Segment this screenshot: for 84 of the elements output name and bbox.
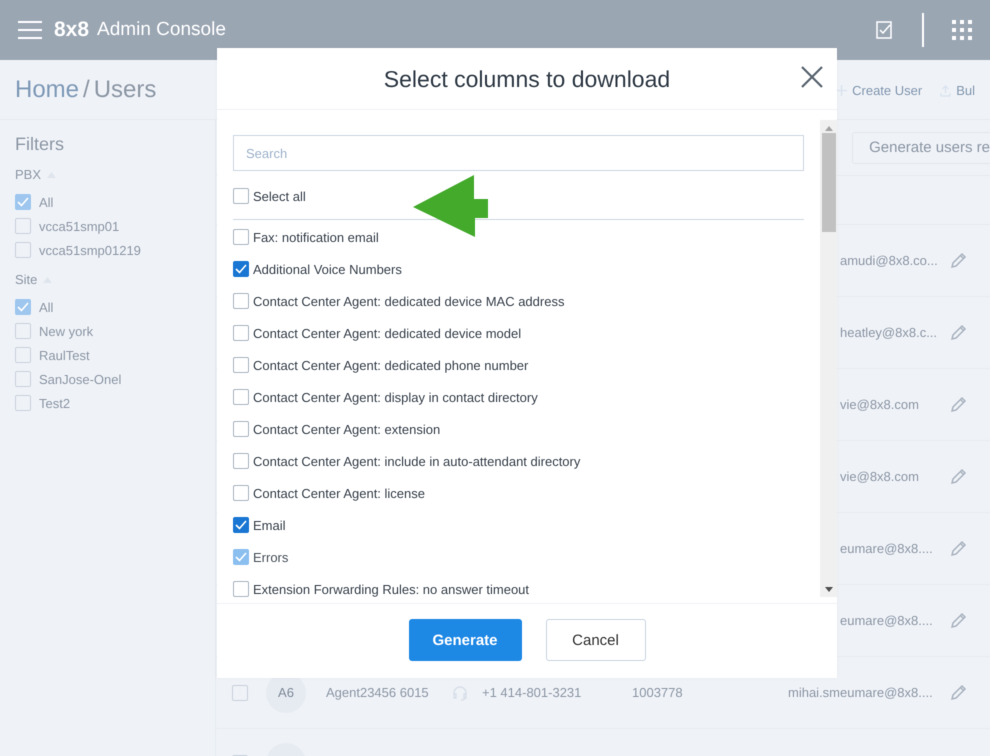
generate-button[interactable]: Generate [408, 619, 522, 661]
checkbox[interactable] [233, 453, 249, 469]
filter-group-label[interactable]: Site [15, 272, 38, 287]
email-cell-text: vie@8x8.com [839, 397, 920, 412]
filter-option-label: Test2 [39, 396, 70, 410]
email-cell-text: mihai.smeumare@8x8.... [788, 685, 934, 700]
generate-report-button[interactable]: Generate users re [852, 132, 990, 164]
checkbox[interactable] [15, 323, 31, 339]
row-checkbox[interactable] [232, 684, 248, 700]
filter-option-label: SanJose-Onel [39, 372, 122, 386]
logo: 8x8 [54, 18, 90, 42]
email-cell-text: heatley@8x8.c... [839, 325, 938, 340]
filter-option-label: New york [39, 324, 94, 338]
action-link[interactable]: Bul [940, 83, 975, 98]
checkbox[interactable] [15, 242, 31, 258]
scroll-thumb[interactable] [822, 133, 836, 232]
plus-icon [836, 85, 848, 96]
column-option-label: Extension Forwarding Rules: no answer timeout [253, 582, 530, 596]
column-option-label: Additional Voice Numbers [253, 262, 402, 276]
breadcrumb-separator: / [83, 76, 90, 104]
column-option-label: Contact Center Agent: dedicated device model [253, 326, 522, 340]
checkbox[interactable] [15, 218, 31, 234]
checkbox[interactable] [15, 194, 31, 210]
pencil-icon[interactable] [950, 612, 967, 629]
email-cell-text: eumare@8x8.... [839, 613, 934, 628]
column-option-label: Email [253, 518, 286, 532]
close-button[interactable] [799, 64, 825, 90]
checklist-icon[interactable] [876, 21, 894, 39]
checkbox[interactable] [233, 421, 249, 437]
search-field[interactable]: Search [233, 135, 804, 171]
menu-icon[interactable] [18, 21, 42, 39]
email-cell-text: amudi@8x8.co... [839, 253, 939, 268]
select-all-label: Select all [253, 188, 306, 204]
pencil-icon[interactable] [950, 684, 967, 701]
filter-option-label: vcca51smp01 [39, 218, 120, 234]
column-option-label: Contact Center Agent: include in auto-attendant directory [253, 454, 580, 468]
pencil-icon[interactable] [950, 252, 967, 269]
filter-group-label[interactable]: PBX [15, 167, 42, 182]
checkbox[interactable] [233, 485, 249, 501]
checkbox[interactable] [233, 229, 249, 245]
apps-grid-icon[interactable] [952, 20, 972, 40]
pencil-icon[interactable] [950, 468, 967, 485]
filter-option-label: RaulTest [39, 348, 90, 362]
checkbox[interactable] [233, 581, 249, 597]
phone-cell-text: +1 414-801-3231 [482, 685, 582, 700]
column-option-label: Contact Center Agent: dedicated device MAC address [253, 294, 564, 308]
app-title: Admin Console [97, 19, 226, 41]
scroll-up-icon[interactable] [824, 126, 832, 131]
checkbox[interactable] [233, 325, 249, 341]
column-option-label: Contact Center Agent: license [253, 486, 425, 500]
cancel-button[interactable]: Cancel [546, 619, 646, 661]
column-option-label: Fax: notification email [253, 230, 379, 244]
email-cell-text: eumare@8x8.... [839, 541, 934, 556]
pencil-icon[interactable] [950, 540, 967, 557]
action-link[interactable]: Create User [836, 83, 922, 98]
checkbox[interactable] [15, 299, 31, 315]
pencil-icon[interactable] [950, 396, 967, 413]
scroll-down-icon[interactable] [824, 587, 832, 592]
checkbox[interactable] [233, 261, 249, 277]
column-option-label: Contact Center Agent: dedicated phone number [253, 358, 528, 372]
checkbox[interactable] [15, 371, 31, 387]
checkbox[interactable] [233, 188, 249, 204]
extension-cell-text: 1003778 [632, 685, 684, 700]
checkbox[interactable] [233, 293, 249, 309]
pencil-icon[interactable] [950, 324, 967, 341]
filter-option-label: All [39, 194, 54, 210]
checkbox[interactable] [15, 347, 31, 363]
email-cell-text: vie@8x8.com [839, 469, 920, 484]
checkbox[interactable] [233, 517, 249, 533]
dialog-title: Select columns to download [384, 65, 670, 93]
breadcrumb-link[interactable]: Home [15, 76, 80, 104]
scrollbar[interactable] [820, 120, 837, 597]
filter-option-label: All [39, 300, 54, 314]
checkbox[interactable] [15, 395, 31, 411]
page-title: Users [94, 76, 156, 104]
upload-icon [940, 84, 952, 96]
column-option-label: Errors [253, 550, 288, 564]
checkbox[interactable] [233, 389, 249, 405]
checkbox[interactable] [233, 357, 249, 373]
filter-option-label: vcca51smp01219 [39, 242, 141, 258]
name-cell-text: Agent23456 6015 [326, 685, 430, 700]
filters-title: Filters [15, 134, 65, 155]
column-option-label: Contact Center Agent: display in contact directory [253, 390, 538, 404]
column-option-label: Contact Center Agent: extension [253, 422, 440, 436]
